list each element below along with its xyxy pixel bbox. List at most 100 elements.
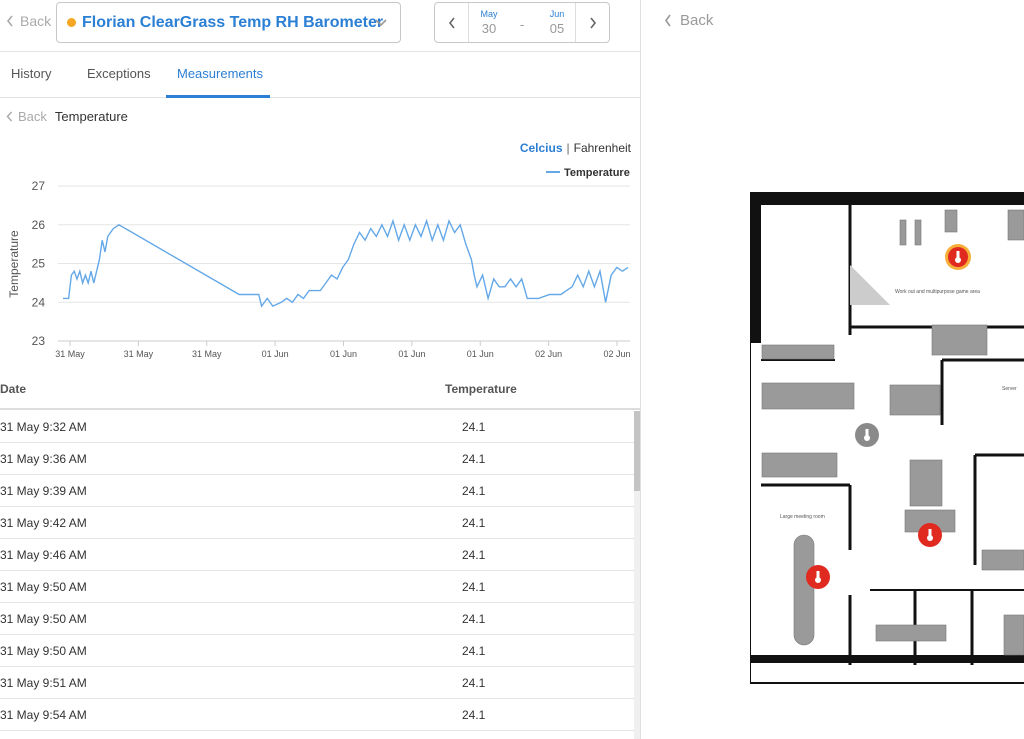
- cell-date: 31 May 9:39 AM: [0, 484, 87, 498]
- sensor-marker-1[interactable]: [945, 244, 971, 270]
- cell-date: 31 May 9:50 AM: [0, 612, 87, 626]
- date-from-month: May: [480, 9, 498, 19]
- floorplan-back-label: Back: [680, 12, 714, 29]
- floorplan-back-button[interactable]: Back: [664, 12, 713, 29]
- back-button[interactable]: Back: [6, 13, 51, 29]
- cell-temperature: 24.1: [462, 708, 486, 722]
- y-tick-label: 27: [32, 179, 46, 193]
- chevron-left-icon: [448, 17, 455, 28]
- device-details-panel: Back Florian ClearGrass Temp RH Baromete…: [0, 0, 641, 739]
- date-range-picker: May 30 - Jun 05: [434, 2, 610, 43]
- tab-bar: History Exceptions Measurements: [0, 53, 640, 98]
- device-header: Back Florian ClearGrass Temp RH Baromete…: [0, 0, 640, 52]
- x-tick-label: 02 Jun: [535, 349, 562, 359]
- device-name: Florian ClearGrass Temp RH Barometer: [82, 13, 384, 31]
- sensor-marker-2[interactable]: [855, 423, 879, 447]
- unit-toggle: Celcius | Fahrenheit: [520, 141, 631, 155]
- measurements-table: 31 May 9:32 AM 24.1 31 May 9:36 AM 24.1 31 M…: [0, 411, 634, 731]
- floorplan-panel: Back Work out and multipurpose game area…: [642, 0, 1024, 739]
- back-label: Back: [20, 13, 52, 29]
- cell-temperature: 24.1: [462, 644, 486, 658]
- x-tick-label: 31 May: [55, 349, 85, 359]
- cell-date: 31 May 9:42 AM: [0, 516, 87, 530]
- x-tick-label: 01 Jun: [262, 349, 289, 359]
- scrollbar-thumb[interactable]: [634, 411, 640, 491]
- cell-date: 31 May 9:32 AM: [0, 420, 87, 434]
- chevron-left-icon: [6, 111, 13, 122]
- tab-history[interactable]: History: [11, 66, 51, 81]
- x-tick-label: 31 May: [192, 349, 222, 359]
- x-tick-label: 01 Jun: [467, 349, 494, 359]
- column-header-temperature[interactable]: Temperature: [445, 382, 517, 396]
- x-tick-label: 01 Jun: [330, 349, 357, 359]
- next-range-button[interactable]: [575, 3, 609, 42]
- cell-temperature: 24.1: [462, 420, 486, 434]
- breadcrumb-back-label: Back: [18, 109, 47, 124]
- chevron-left-icon: [6, 15, 13, 27]
- table-scrollbar[interactable]: [634, 411, 640, 739]
- y-tick-label: 25: [32, 257, 46, 271]
- date-from-day: 30: [481, 21, 497, 36]
- tab-measurements[interactable]: Measurements: [177, 66, 263, 81]
- cell-date: 31 May 9:50 AM: [0, 580, 87, 594]
- breadcrumb-back-button[interactable]: Back: [6, 109, 47, 124]
- status-dot: [67, 18, 76, 27]
- table-row[interactable]: 31 May 9:42 AM 24.1: [0, 507, 634, 539]
- table-row[interactable]: 31 May 9:32 AM 24.1: [0, 411, 634, 443]
- cell-date: 31 May 9:54 AM: [0, 708, 87, 722]
- x-tick-label: 01 Jun: [398, 349, 425, 359]
- x-tick-label: 02 Jun: [603, 349, 630, 359]
- date-to-month: Jun: [549, 9, 565, 19]
- room-label-game-area: Work out and multipurpose game area: [895, 289, 980, 295]
- room-label-server: Server: [1002, 386, 1017, 392]
- table-row[interactable]: 31 May 9:39 AM 24.1: [0, 475, 634, 507]
- breadcrumb: Back Temperature: [6, 109, 128, 124]
- cell-date: 31 May 9:51 AM: [0, 676, 87, 690]
- table-row[interactable]: 31 May 9:54 AM 24.1: [0, 699, 634, 731]
- date-to-day: 05: [549, 21, 565, 36]
- unit-separator: |: [566, 141, 570, 155]
- date-to[interactable]: Jun 05: [542, 9, 572, 36]
- cell-temperature: 24.1: [462, 452, 486, 466]
- sensor-marker-4[interactable]: [806, 565, 830, 589]
- cell-date: 31 May 9:36 AM: [0, 452, 87, 466]
- table-header: Date Temperature: [0, 376, 640, 410]
- chevron-down-icon: [375, 19, 387, 27]
- previous-range-button[interactable]: [435, 3, 469, 42]
- floor-plan-map[interactable]: Work out and multipurpose game area Larg…: [750, 185, 1024, 685]
- table-row[interactable]: 31 May 9:36 AM 24.1: [0, 443, 634, 475]
- legend-label: Temperature: [564, 167, 630, 179]
- table-row[interactable]: 31 May 9:50 AM 24.1: [0, 603, 634, 635]
- cell-temperature: 24.1: [462, 484, 486, 498]
- device-selector[interactable]: Florian ClearGrass Temp RH Barometer: [56, 2, 401, 43]
- active-tab-indicator: [166, 95, 270, 98]
- x-tick-label: 31 May: [124, 349, 154, 359]
- date-from[interactable]: May 30: [474, 9, 504, 36]
- cell-temperature: 24.1: [462, 580, 486, 594]
- table-row[interactable]: 31 May 9:51 AM 24.1: [0, 667, 634, 699]
- cell-date: 31 May 9:46 AM: [0, 548, 87, 562]
- table-row[interactable]: 31 May 9:46 AM 24.1: [0, 539, 634, 571]
- room-label-meeting: Large meeting room: [780, 514, 825, 520]
- temperature-chart: 27 26 25 24 23 Temperature 31 May 31 May 31 May 0…: [7, 167, 631, 359]
- date-separator: -: [520, 17, 525, 32]
- cell-temperature: 24.1: [462, 676, 486, 690]
- page-title: Temperature: [54, 109, 128, 124]
- cell-temperature: 24.1: [462, 612, 486, 626]
- y-tick-label: 23: [32, 334, 46, 348]
- celsius-option[interactable]: Celcius: [520, 141, 563, 155]
- sensor-marker-3[interactable]: [918, 523, 942, 547]
- fahrenheit-option[interactable]: Fahrenheit: [574, 141, 631, 155]
- table-row[interactable]: 31 May 9:50 AM 24.1: [0, 571, 634, 603]
- chevron-right-icon: [589, 17, 596, 28]
- cell-temperature: 24.1: [462, 548, 486, 562]
- y-tick-label: 26: [32, 218, 46, 232]
- cell-temperature: 24.1: [462, 516, 486, 530]
- chevron-left-icon: [665, 14, 671, 27]
- y-tick-label: 24: [32, 295, 46, 309]
- column-header-date[interactable]: Date: [0, 382, 26, 396]
- cell-date: 31 May 9:50 AM: [0, 644, 87, 658]
- y-axis-label: Temperature: [7, 230, 21, 298]
- tab-exceptions[interactable]: Exceptions: [87, 66, 151, 81]
- table-row[interactable]: 31 May 9:50 AM 24.1: [0, 635, 634, 667]
